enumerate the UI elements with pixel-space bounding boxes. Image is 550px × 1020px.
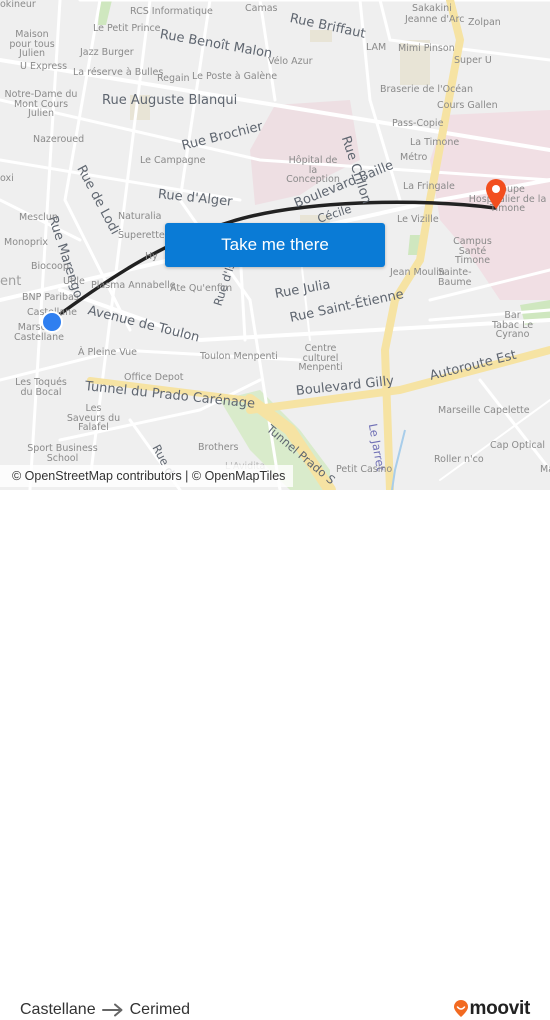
- place-label: Pass-Copie: [392, 118, 444, 129]
- place-label: Ma: [540, 464, 550, 475]
- place-label: Notre-Dame du Mont Cours Julien: [4, 89, 78, 119]
- place-label: oxi: [0, 173, 14, 184]
- take-me-there-button[interactable]: Take me there: [165, 223, 385, 267]
- place-label: Le Campagne: [140, 155, 206, 166]
- place-label: Monoprix: [4, 237, 49, 248]
- street-label: Rue Auguste Blanqui: [102, 93, 238, 108]
- place-label: Brothers: [198, 442, 239, 453]
- place-label: Les Toqués du Bocal: [15, 377, 67, 398]
- place-label: Biocoop: [31, 261, 69, 272]
- place-label: okineur: [0, 0, 36, 10]
- place-label: La Timone: [410, 137, 460, 148]
- place-label: Sainte-Baume: [438, 267, 472, 288]
- river: [391, 429, 406, 490]
- place-label: Marseille Capelette: [438, 405, 530, 416]
- place-label: Mesclun: [19, 212, 58, 223]
- map-attribution[interactable]: © OpenStreetMap contributors | © OpenMap…: [0, 465, 294, 487]
- origin-marker[interactable]: [41, 311, 63, 333]
- place-label: LAM: [366, 42, 387, 53]
- place-label: RCS Informatique: [130, 6, 213, 17]
- place-label: Vélo Azur: [268, 56, 313, 67]
- place-label: La réserve à Bulles: [73, 67, 164, 78]
- place-label: Office Depot: [124, 372, 184, 383]
- place-label: Naturalia: [118, 211, 162, 222]
- moovit-logo: moovit: [453, 998, 530, 1020]
- place-label: Métro: [400, 152, 428, 163]
- place-label: Braserie de l'Océan: [380, 84, 473, 95]
- place-label: Plasma Annabelle: [91, 280, 176, 291]
- destination-pin-icon[interactable]: [485, 178, 507, 210]
- arrow-right-icon: [101, 1003, 123, 1017]
- place-label: Groupe Hospitalier de la Timone: [468, 184, 547, 214]
- place-label: Petit Casino: [336, 464, 393, 475]
- moovit-pin-icon: [453, 1000, 468, 1017]
- place-label: Camas: [245, 3, 278, 14]
- footer-bar: Castellane Cerimed moovit: [0, 490, 550, 1019]
- place-label: Sport Business School: [27, 443, 98, 464]
- place-label: Regain: [157, 73, 190, 84]
- place-label: Super U: [454, 55, 492, 66]
- place-label: Hy: [145, 251, 158, 262]
- place-label: Hôpital de la Conception: [286, 155, 340, 185]
- map-view[interactable]: Rue Briffaut Rue Benoît Malon Rue August…: [0, 0, 550, 490]
- place-label: Zolpan: [468, 17, 501, 28]
- place-label: Le Vizille: [397, 214, 439, 225]
- place-label: Le Petit Prince: [93, 23, 161, 34]
- place-label: Maison pour tous Julien: [9, 29, 55, 59]
- place-label: Campus Santé Timone: [453, 236, 492, 266]
- place-label: ent: [0, 274, 22, 289]
- place-label: Mimi Pinson: [398, 43, 455, 54]
- place-label: Sakakini: [412, 3, 452, 14]
- place-label: Jean Moulin: [390, 267, 445, 278]
- place-label: À Pleine Vue: [78, 347, 137, 358]
- place-label: La Fringale: [403, 181, 455, 192]
- route-summary: Castellane Cerimed: [20, 1001, 190, 1019]
- place-label: BNP Paribas: [22, 292, 79, 303]
- place-label: Cap Optical: [490, 440, 546, 451]
- place-label: Bar Tabac Le Cyrano: [491, 310, 534, 340]
- place-label: U Express: [20, 61, 68, 72]
- place-label: Cours Gallen: [437, 100, 498, 111]
- origin-name: Castellane: [20, 1001, 96, 1018]
- destination-name: Cerimed: [129, 1001, 191, 1018]
- brand-name: moovit: [469, 998, 531, 1019]
- place-label: Toulon Menpenti: [200, 351, 278, 362]
- place-label: Le Poste à Galène: [192, 71, 278, 82]
- place-label: Jazz Burger: [80, 47, 134, 58]
- place-label: Les Saveurs du Falafel: [66, 403, 121, 433]
- place-label: Jeanne d'Arc: [405, 14, 465, 25]
- place-label: Ate Qu'enfim: [170, 283, 233, 294]
- place-label: Utile: [63, 276, 85, 287]
- place-label: Centre culturel Menpenti: [298, 343, 343, 373]
- place-label: Roller n'co: [434, 454, 484, 465]
- place-label: Nazeroued: [33, 134, 85, 145]
